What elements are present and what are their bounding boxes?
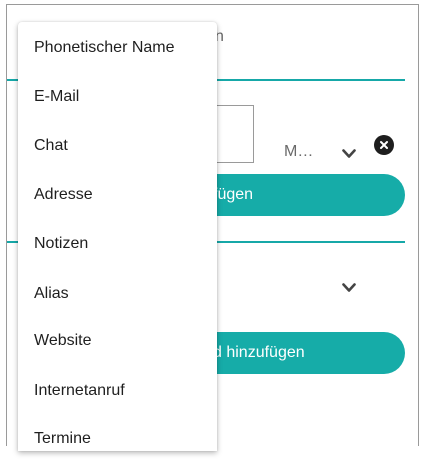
phone-type-selector-label[interactable]: M… <box>284 143 313 161</box>
close-icon <box>380 141 388 149</box>
chevron-down-icon[interactable] <box>342 149 356 159</box>
menu-item-chat[interactable]: Chat <box>18 122 217 170</box>
menu-item-website[interactable]: Website <box>18 317 217 365</box>
clear-phone-button[interactable] <box>374 135 394 155</box>
menu-item-phonetic-name[interactable]: Phonetischer Name <box>18 24 217 72</box>
menu-item-internet-call[interactable]: Internetanruf <box>18 367 217 415</box>
add-field-button-label: d hinzufügen <box>213 344 305 361</box>
menu-item-notes[interactable]: Notizen <box>18 220 217 268</box>
add-field-menu: Phonetischer Name E-Mail Chat Adresse No… <box>18 22 217 451</box>
add-phone-button-label: fügen <box>213 186 254 203</box>
menu-item-email[interactable]: E-Mail <box>18 73 217 121</box>
menu-item-address[interactable]: Adresse <box>18 171 217 219</box>
menu-item-alias[interactable]: Alias <box>18 270 217 318</box>
menu-item-events[interactable]: Termine <box>18 415 217 463</box>
chevron-down-icon[interactable] <box>342 283 356 293</box>
